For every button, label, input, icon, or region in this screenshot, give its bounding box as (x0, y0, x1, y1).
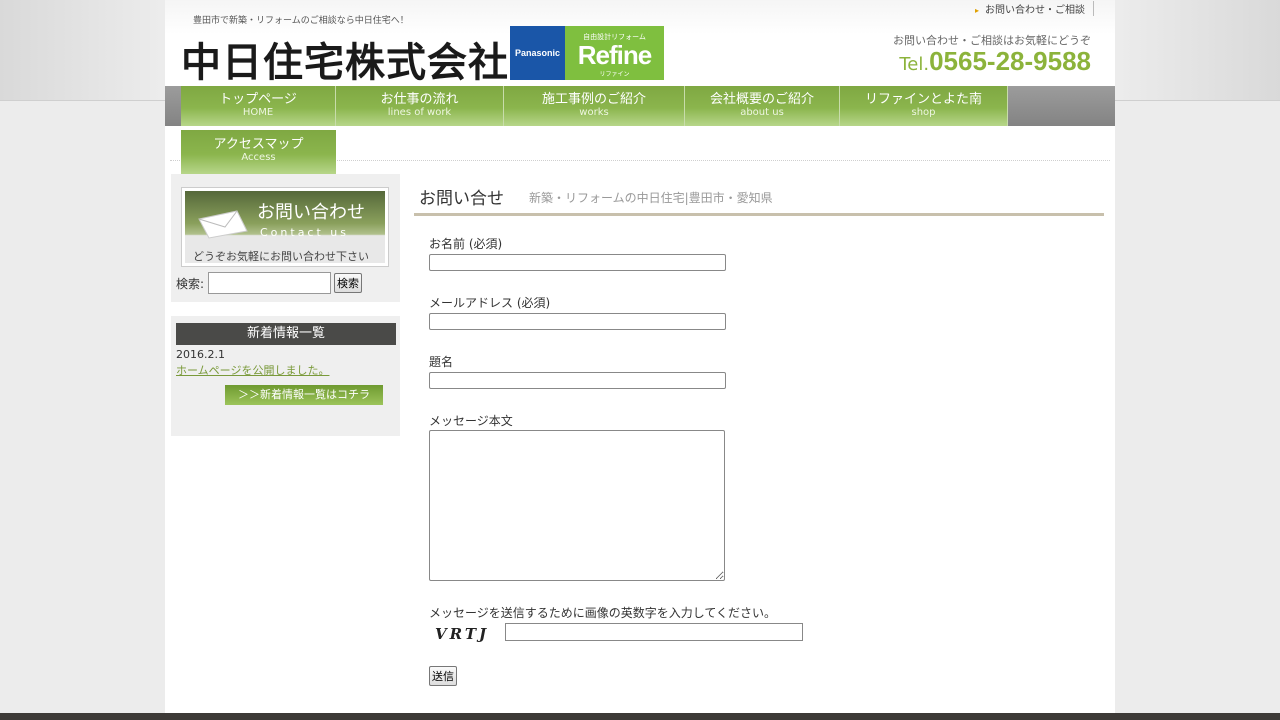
nav-item-label: アクセスマップ (213, 137, 304, 152)
title-divider (414, 213, 1104, 216)
nav-item-label: リファインとよた南 (864, 92, 982, 107)
search-input[interactable] (208, 272, 332, 294)
captcha-image: VRTJ (435, 625, 490, 643)
nav-item-workflow[interactable]: お仕事の流れ lines of work (336, 86, 504, 126)
contact-banner-title: お問い合わせ (257, 202, 365, 223)
nav-item-label: トップページ (219, 92, 297, 107)
sidebar-contact-box: お問い合わせ Contact us どうぞお気軽にお問い合わせ下さい 検索: 検… (171, 174, 400, 302)
tel-label: Tel. (899, 54, 930, 75)
nav-item-sublabel: shop (911, 107, 936, 118)
search-label: 検索: (176, 276, 205, 291)
nav-item-sublabel: Access (241, 152, 276, 163)
subject-label: 題名 (429, 355, 454, 369)
search-button[interactable]: 検索 (334, 273, 363, 293)
name-label: お名前 (必須) (429, 237, 503, 251)
page-subtitle: 新築・リフォームの中日住宅|豊田市・愛知県 (529, 191, 773, 205)
name-field[interactable] (429, 254, 726, 271)
refine-kana: リファイン (599, 71, 630, 78)
tel-number: 0565-28-9588 (929, 46, 1091, 76)
main-nav: トップページ HOME お仕事の流れ lines of work 施工事例のご紹… (165, 86, 1115, 126)
search-form: 検索: 検索 (176, 272, 363, 294)
message-label: メッセージ本文 (429, 414, 513, 428)
subject-field[interactable] (429, 372, 726, 389)
email-field[interactable] (429, 313, 726, 330)
tagline: 豊田市で新築・リフォームのご相談なら中日住宅へ！ (193, 16, 409, 26)
contact-banner-sub: Contact us (260, 226, 349, 239)
nav-item-sublabel: works (579, 107, 609, 118)
message-textarea[interactable] (429, 430, 725, 581)
page-title: お問い合せ (419, 189, 504, 209)
nav-item-label: 会社概要のご紹介 (709, 92, 814, 107)
submit-button[interactable]: 送信 (429, 666, 457, 686)
refine-badge[interactable]: Panasonic 自由設計リフォーム Refine リファイン (510, 26, 664, 80)
nav-item-sublabel: about us (740, 107, 784, 118)
contact-banner[interactable]: お問い合わせ Contact us どうぞお気軽にお問い合わせ下さい (181, 187, 389, 267)
news-date: 2016.2.1 (176, 348, 225, 361)
phone-number: Tel.0565-28-9588 (899, 46, 1091, 77)
nav-item-works[interactable]: 施工事例のご紹介 works (504, 86, 685, 126)
news-heading: 新着情報一覧 (176, 323, 396, 345)
site-header: 豊田市で新築・リフォームのご相談なら中日住宅へ！ 中日住宅株式会社 Panaso… (165, 0, 1115, 86)
nav-item-about[interactable]: 会社概要のご紹介 about us (685, 86, 840, 126)
nav-item-shop[interactable]: リファインとよた南 shop (840, 86, 1008, 126)
refine-name: Refine (577, 40, 652, 70)
nav-item-label: 施工事例のご紹介 (541, 92, 646, 107)
page-wrapper: 豊田市で新築・リフォームのご相談なら中日住宅へ！ 中日住宅株式会社 Panaso… (165, 0, 1115, 713)
nav-item-label: お仕事の流れ (380, 92, 459, 107)
arrow-right-icon: ▸ (975, 6, 980, 15)
sidebar-news-box: 新着情報一覧 2016.2.1 ホームページを公開しました。 ＞＞新着情報一覧は… (171, 316, 400, 436)
news-link[interactable]: ホームページを公開しました。 (176, 362, 329, 378)
email-label: メールアドレス (必須) (429, 296, 551, 310)
nav-item-home[interactable]: トップページ HOME (181, 86, 336, 126)
contact-banner-note: どうぞお気軽にお問い合わせ下さい (193, 250, 369, 263)
panasonic-logo: Panasonic (510, 26, 565, 80)
nav-item-sublabel: lines of work (387, 107, 452, 118)
captcha-input[interactable] (505, 623, 803, 641)
refine-logo: 自由設計リフォーム Refine リファイン (565, 26, 664, 80)
top-contact-link[interactable]: ▸ お問い合わせ・ご相談 (975, 1, 1095, 16)
top-contact-link-label: お問い合わせ・ご相談 (985, 5, 1086, 16)
footer-bar (0, 713, 1280, 720)
nav-item-access[interactable]: アクセスマップ Access (181, 130, 336, 174)
nav-item-sublabel: HOME (242, 107, 274, 118)
captcha-label: メッセージを送信するために画像の英数字を入力してください。 (429, 606, 777, 620)
envelope-icon (198, 210, 248, 239)
company-logo[interactable]: 中日住宅株式会社 (181, 30, 509, 88)
news-more-button[interactable]: ＞＞新着情報一覧はコチラ (225, 385, 383, 405)
